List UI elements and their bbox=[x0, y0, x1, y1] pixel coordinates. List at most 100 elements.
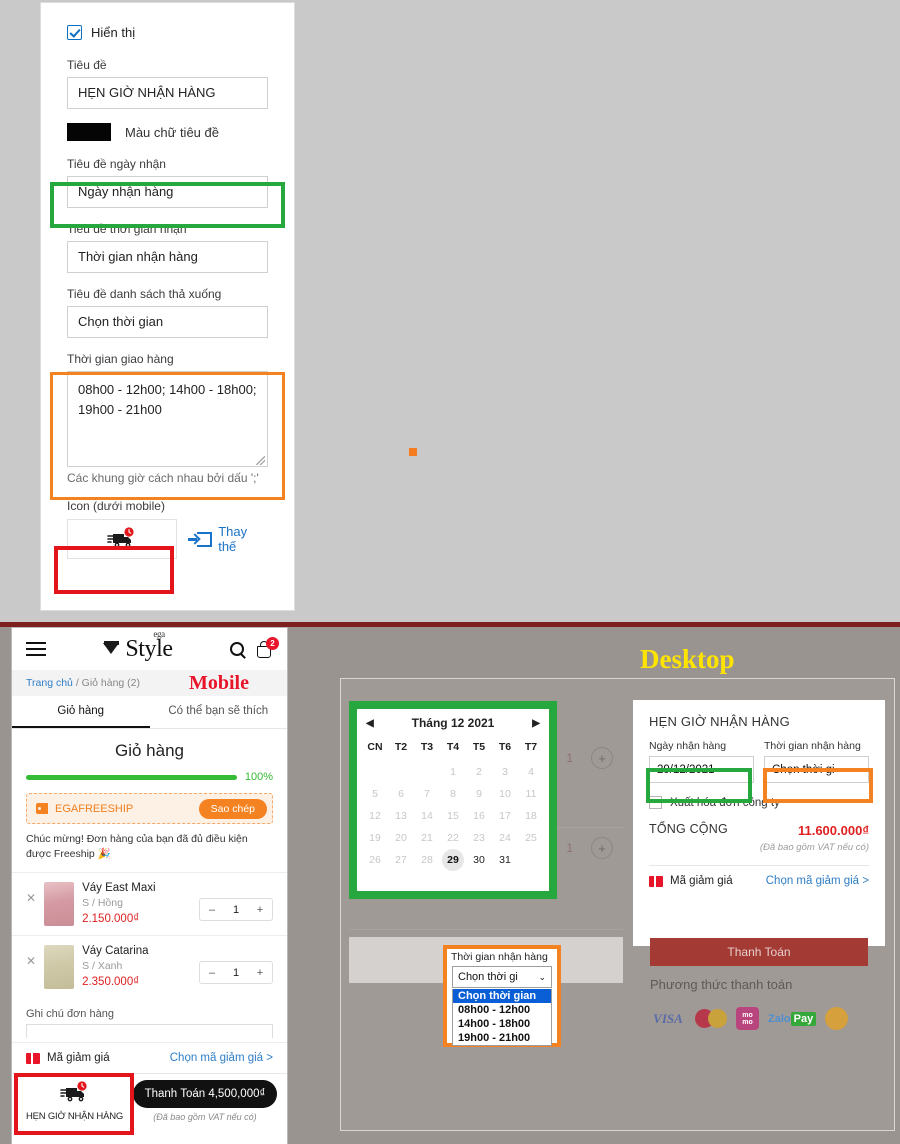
calendar-day-15: 15 bbox=[447, 810, 459, 822]
checkout-time-value: Chọn thời gi bbox=[772, 763, 835, 776]
breadcrumb-home-link[interactable]: Trang chủ bbox=[26, 677, 73, 689]
calendar-day-20: 20 bbox=[395, 832, 407, 844]
breadcrumb: Trang chủ / Giỏ hàng (2) Mobile bbox=[12, 670, 287, 696]
checkout-time-select[interactable]: Chọn thời gi ⌄ bbox=[764, 756, 869, 783]
title-field-label: Tiêu đề bbox=[67, 58, 107, 72]
schedule-delivery-button[interactable]: HẸN GIỜ NHẬN HÀNG bbox=[22, 1081, 127, 1122]
decrease-qty-button[interactable]: – bbox=[200, 904, 224, 916]
calendar-dow-t6: T6 bbox=[498, 741, 512, 753]
date-picker-calendar[interactable]: ◀ Tháng 12 2021 ▶ CN T2 T3 T4 T5 T6 T7 1234567… bbox=[352, 704, 554, 896]
calendar-header: ◀ Tháng 12 2021 ▶ bbox=[357, 709, 549, 735]
calendar-day-30[interactable]: 30 bbox=[466, 849, 492, 871]
calendar-day-blank bbox=[362, 761, 388, 783]
dropdown-option-3[interactable]: 19h00 - 21h00 bbox=[453, 1031, 551, 1045]
ghost-stepper-row[interactable]: 1 + bbox=[566, 747, 613, 769]
checkbox-unchecked-icon[interactable] bbox=[649, 796, 662, 809]
title-input[interactable]: HẸN GIỜ NHẬN HÀNG bbox=[67, 77, 268, 109]
dropdown-label-input[interactable]: Chọn thời gian bbox=[67, 306, 268, 338]
calendar-day-5: 5 bbox=[372, 788, 378, 800]
calendar-day-blank bbox=[518, 849, 544, 871]
discount-ticket-icon bbox=[26, 1052, 40, 1064]
ghost-stepper-row-2[interactable]: 1 + bbox=[566, 837, 613, 859]
dropdown-label-field-label: Tiêu đề danh sách thả xuống bbox=[67, 287, 222, 301]
mobile-discount-row[interactable]: Mã giảm giá Chọn mã giảm giá > bbox=[12, 1042, 287, 1073]
time-label-input[interactable]: Thời gian nhận hàng bbox=[67, 241, 268, 273]
dropdown-option-0[interactable]: Chọn thời gian bbox=[453, 989, 551, 1003]
increase-qty-button[interactable]: + bbox=[248, 904, 272, 916]
remove-item-icon[interactable]: ✕ bbox=[26, 882, 36, 905]
checkout-date-label: Ngày nhận hàng bbox=[649, 740, 727, 752]
mobile-page-title: Giỏ hàng bbox=[115, 741, 184, 760]
calendar-day-27: 27 bbox=[395, 854, 407, 866]
order-note-input[interactable] bbox=[26, 1024, 273, 1039]
product-thumbnail[interactable] bbox=[44, 882, 75, 927]
replace-label: Thay thế bbox=[218, 524, 248, 554]
product-price: 2.350.000₫ bbox=[82, 976, 140, 989]
decrease-qty-button[interactable]: – bbox=[200, 967, 224, 979]
product-thumbnail[interactable] bbox=[44, 945, 75, 990]
tab-cart[interactable]: Giỏ hàng bbox=[12, 696, 150, 728]
cart-item-row: ✕ Váy East Maxi S / Hồng 2.150.000₫ – 1 … bbox=[12, 872, 287, 935]
mastercard-icon bbox=[695, 1007, 727, 1030]
product-name[interactable]: Váy East Maxi bbox=[82, 882, 191, 894]
cart-bag-icon[interactable]: 2 bbox=[257, 636, 279, 658]
product-variant: S / Hồng bbox=[82, 897, 123, 910]
dropdown-option-2[interactable]: 14h00 - 18h00 bbox=[453, 1017, 551, 1031]
title-color-row[interactable]: Màu chữ tiêu đề bbox=[67, 123, 268, 141]
mobile-discount-link[interactable]: Chọn mã giảm giá > bbox=[170, 1052, 273, 1064]
calendar-day-14: 14 bbox=[421, 810, 433, 822]
date-label-input[interactable]: Ngày nhận hàng bbox=[67, 176, 268, 208]
checkout-pay-button[interactable]: Thanh Toán bbox=[650, 938, 868, 966]
calendar-month-title: Tháng 12 2021 bbox=[411, 716, 495, 730]
coupon-code: EGAFREESHIP bbox=[55, 802, 134, 815]
search-icon[interactable] bbox=[230, 642, 244, 656]
calendar-day-29[interactable]: 29 bbox=[440, 849, 466, 871]
slots-field-label: Thời gian giao hàng bbox=[67, 352, 174, 366]
calendar-days-grid[interactable]: 1 2 3 4 5 6 7 8 9 10 11 12 13 14 15 16 17 18 19 20 21 22 23 24 2… bbox=[357, 761, 549, 871]
dropdown-popup-label: Thời gian nhận hàng bbox=[451, 951, 548, 963]
icon-preview-box[interactable] bbox=[67, 519, 178, 559]
discount-ticket-icon bbox=[649, 875, 663, 887]
mobile-pay-button[interactable]: Thanh Toán 4,500,000₫ bbox=[133, 1080, 277, 1109]
tab-you-may-like[interactable]: Có thể bạn sẽ thích bbox=[150, 696, 288, 728]
quantity-stepper[interactable]: – 1 + bbox=[199, 961, 273, 985]
mobile-tabs[interactable]: Giỏ hàng Có thể bạn sẽ thích bbox=[12, 696, 287, 729]
checkout-date-input[interactable]: 29/12/2021 bbox=[649, 756, 754, 783]
mobile-header: Style ega 2 bbox=[12, 628, 287, 670]
checkout-discount-row[interactable]: Mã giảm giá Chọn mã giảm giá > bbox=[649, 866, 869, 887]
calendar-prev-icon[interactable]: ◀ bbox=[366, 718, 374, 729]
quantity-stepper[interactable]: – 1 + bbox=[199, 898, 273, 922]
invoice-checkbox-row[interactable]: Xuất hóa đơn công ty bbox=[649, 796, 869, 809]
remove-item-icon[interactable]: ✕ bbox=[26, 945, 36, 968]
calendar-next-icon[interactable]: ▶ bbox=[532, 718, 540, 729]
dropdown-option-1[interactable]: 08h00 - 12h00 bbox=[453, 1003, 551, 1017]
mobile-bottom-bar: HẸN GIỜ NHẬN HÀNG Thanh Toán 4,500,000₫ … bbox=[12, 1073, 287, 1130]
product-name[interactable]: Váy Catarina bbox=[82, 945, 191, 957]
time-dropdown-popup[interactable]: Thời gian nhận hàng Chọn thời gi ⌄ Chọn … bbox=[443, 945, 561, 1047]
product-variant: S / Xanh bbox=[82, 960, 123, 973]
qty-value: 1 bbox=[232, 966, 240, 979]
payment-methods-title: Phương thức thanh toán bbox=[650, 977, 793, 992]
copy-coupon-button[interactable]: Sao chép bbox=[198, 798, 267, 819]
total-value: 11.600.000₫ bbox=[797, 823, 869, 838]
visibility-checkbox-row[interactable]: Hiển thị bbox=[67, 25, 268, 40]
checkbox-checked-icon[interactable] bbox=[67, 25, 82, 40]
increase-qty-button[interactable]: + bbox=[248, 967, 272, 979]
orange-marker-dot bbox=[409, 448, 417, 456]
ghost-plus-2[interactable]: + bbox=[591, 837, 613, 859]
calendar-day-7: 7 bbox=[424, 788, 430, 800]
dropdown-option-list[interactable]: Chọn thời gian 08h00 - 12h00 14h00 - 18h00… bbox=[452, 989, 552, 1046]
resize-grip-icon[interactable] bbox=[256, 456, 265, 465]
replace-icon-button[interactable]: Thay thế bbox=[188, 524, 268, 554]
title-color-label: Màu chữ tiêu đề bbox=[125, 124, 219, 140]
calendar-day-31[interactable]: 31 bbox=[492, 849, 518, 871]
dropdown-popup-select[interactable]: Chọn thời gi ⌄ bbox=[452, 966, 552, 988]
product-price: 2.150.000₫ bbox=[82, 913, 140, 926]
checkout-discount-link[interactable]: Chọn mã giảm giá > bbox=[766, 875, 869, 887]
slots-textarea[interactable]: 08h00 - 12h00; 14h00 - 18h00; 19h00 - 21… bbox=[67, 371, 268, 467]
color-swatch[interactable] bbox=[67, 123, 111, 141]
ghost-plus-1[interactable]: + bbox=[591, 747, 613, 769]
brand-logo[interactable]: Style ega bbox=[103, 629, 173, 663]
hamburger-menu-icon[interactable] bbox=[26, 638, 46, 660]
invoice-checkbox-label: Xuất hóa đơn công ty bbox=[670, 796, 780, 809]
